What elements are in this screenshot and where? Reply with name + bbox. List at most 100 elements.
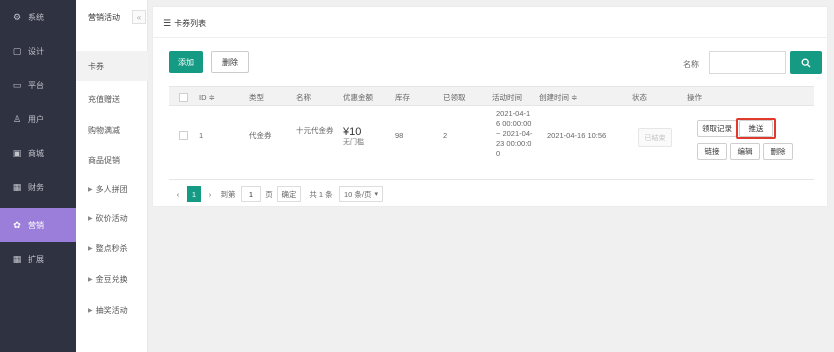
monitor-icon: ▢ (12, 45, 22, 56)
caret-right-icon: ▶ (88, 215, 93, 222)
sub-group-label: 整点秒杀 (95, 243, 128, 253)
divider (153, 37, 829, 38)
goto-suffix: 页 (265, 189, 273, 199)
cell-created-time: 2021-04-16 10:56 (547, 131, 607, 140)
gear-icon: ⚙ (12, 11, 22, 22)
nav-item-marketing[interactable]: ✿ 营销 (0, 208, 76, 242)
column-stock: 库存 (395, 92, 410, 102)
panel-title: ☰ 卡券列表 (163, 17, 206, 29)
sub-item-full-reduction[interactable]: 购物满减 (76, 115, 148, 145)
caret-right-icon: ▶ (88, 186, 93, 193)
prev-page-button[interactable]: ‹ (173, 186, 183, 202)
sub-sidebar: 营销活动 « 卡券 充值赠送 购物满减 商品促销 ▶ 多人拼团 ▶ 砍价活动 ▶… (76, 0, 148, 352)
chevron-down-icon: ▾ (374, 191, 378, 198)
row-delete-button[interactable]: 删除 (763, 143, 793, 160)
store-icon: ▣ (12, 147, 22, 158)
row-checkbox[interactable] (179, 131, 188, 140)
sub-group-label: 砍价活动 (95, 213, 128, 223)
sub-group-group-buy[interactable]: ▶ 多人拼团 (76, 174, 148, 204)
status-badge: 已结束 (638, 128, 672, 147)
delete-button[interactable]: 删除 (211, 51, 249, 73)
search-button[interactable] (790, 51, 822, 74)
edit-button[interactable]: 编辑 (730, 143, 760, 160)
column-activity-time: 活动时间 (492, 92, 522, 102)
users-icon: ♙ (12, 113, 22, 124)
nav-item-system[interactable]: ⚙ 系统 (0, 0, 76, 34)
table-row: 1 代金券 十元代金券 ¥10 无门槛 98 2 2021-04-16 00:0… (169, 106, 814, 180)
column-actions: 操作 (687, 92, 702, 102)
sub-group-label: 金豆兑换 (95, 274, 128, 284)
goto-page-input[interactable]: 1 (241, 186, 261, 202)
sort-icon: ≑ (208, 92, 215, 102)
push-button-highlight (736, 118, 776, 139)
caret-right-icon: ▶ (88, 245, 93, 252)
goto-prefix: 到第 (220, 189, 236, 199)
cell-name: 十元代金券 (296, 126, 334, 135)
cell-activity-time: 2021-04-16 00:00:00 ~ 2021-04-23 00:00:0… (496, 109, 533, 158)
sub-item-promotion[interactable]: 商品促销 (76, 145, 148, 175)
next-page-button[interactable]: › (205, 186, 215, 202)
add-button[interactable]: 添加 (169, 51, 203, 73)
claim-records-button[interactable]: 领取记录 (697, 120, 737, 137)
column-discount: 优惠金额 (343, 92, 373, 102)
gift-icon: ✿ (13, 219, 21, 230)
main-sidebar: ⚙ 系统 ▢ 设计 ▭ 平台 ♙ 用户 ▣ 商城 ▦ 财务 ✿ 营销 ▦ 扩展 (0, 0, 76, 352)
grid-icon: ▦ (12, 253, 22, 264)
sub-group-flash-sale[interactable]: ▶ 整点秒杀 (76, 233, 148, 263)
nav-item-label: 用户 (28, 114, 44, 124)
sub-item-recharge-gift[interactable]: 充值赠送 (76, 84, 148, 114)
cell-discount: ¥10 无门槛 (343, 126, 364, 147)
sub-group-lottery[interactable]: ▶ 抽奖活动 (76, 295, 148, 325)
nav-item-label: 财务 (28, 182, 44, 192)
desktop-icon: ▭ (12, 79, 22, 90)
link-button[interactable]: 链接 (697, 143, 727, 160)
cell-stock: 98 (395, 131, 404, 140)
column-id[interactable]: ID ≑ (199, 87, 215, 107)
cell-type: 代金券 (249, 131, 272, 140)
nav-item-platform[interactable]: ▭ 平台 (0, 68, 76, 102)
sub-item-coupons[interactable]: 卡券 (76, 51, 148, 81)
sort-icon: ≑ (571, 92, 578, 102)
cell-id: 1 (199, 131, 204, 140)
content-area: ☰ 卡券列表 添加 删除 名称 ID ≑ 类型 名称 优惠金额 库存 已领取 活… (148, 0, 834, 352)
nav-item-label: 平台 (28, 80, 44, 90)
cell-claimed: 2 (443, 131, 448, 140)
nav-item-users[interactable]: ♙ 用户 (0, 102, 76, 136)
page-size-select[interactable]: 10 条/页 ▾ (339, 186, 383, 202)
total-count: 共 1 条 (309, 189, 333, 199)
nav-item-label: 扩展 (28, 254, 44, 264)
discount-threshold: 无门槛 (343, 139, 364, 146)
caret-right-icon: ▶ (88, 276, 93, 283)
list-icon: ☰ (163, 17, 172, 28)
table-header: ID ≑ 类型 名称 优惠金额 库存 已领取 活动时间 创建时间 ≑ 状态 操作 (169, 86, 814, 106)
nav-item-store[interactable]: ▣ 商城 (0, 136, 76, 170)
select-all-checkbox[interactable] (179, 87, 188, 107)
nav-item-finance[interactable]: ▦ 财务 (0, 170, 76, 204)
nav-item-design[interactable]: ▢ 设计 (0, 34, 76, 68)
sub-group-label: 抽奖活动 (95, 305, 128, 315)
search-icon (801, 58, 811, 67)
sub-group-bean-exchange[interactable]: ▶ 金豆兑换 (76, 264, 148, 294)
current-page[interactable]: 1 (187, 186, 201, 202)
nav-item-label: 商城 (28, 148, 44, 158)
column-status: 状态 (632, 92, 647, 102)
column-created-time[interactable]: 创建时间 ≑ (539, 87, 577, 107)
panel-title-text: 卡券列表 (174, 18, 207, 28)
nav-item-label: 营销 (28, 220, 44, 230)
column-name: 名称 (296, 92, 311, 102)
search-label: 名称 (683, 60, 699, 69)
goto-confirm-button[interactable]: 确定 (277, 186, 301, 202)
nav-item-extensions[interactable]: ▦ 扩展 (0, 242, 76, 276)
page-size-value: 10 条/页 (344, 189, 372, 199)
caret-right-icon: ▶ (88, 307, 93, 314)
sub-group-bargain[interactable]: ▶ 砍价活动 (76, 203, 148, 233)
wallet-icon: ▦ (12, 181, 22, 192)
collapse-button[interactable]: « (132, 10, 146, 24)
discount-amount: ¥10 (343, 126, 362, 138)
sub-group-label: 多人拼团 (95, 184, 128, 194)
pagination: ‹ 1 › 到第 1 页 确定 共 1 条 10 条/页 ▾ (169, 186, 569, 202)
column-type: 类型 (249, 92, 264, 102)
nav-item-label: 设计 (28, 46, 44, 56)
name-search-input[interactable] (709, 51, 786, 74)
coupon-list-panel: ☰ 卡券列表 添加 删除 名称 ID ≑ 类型 名称 优惠金额 库存 已领取 活… (152, 6, 829, 207)
